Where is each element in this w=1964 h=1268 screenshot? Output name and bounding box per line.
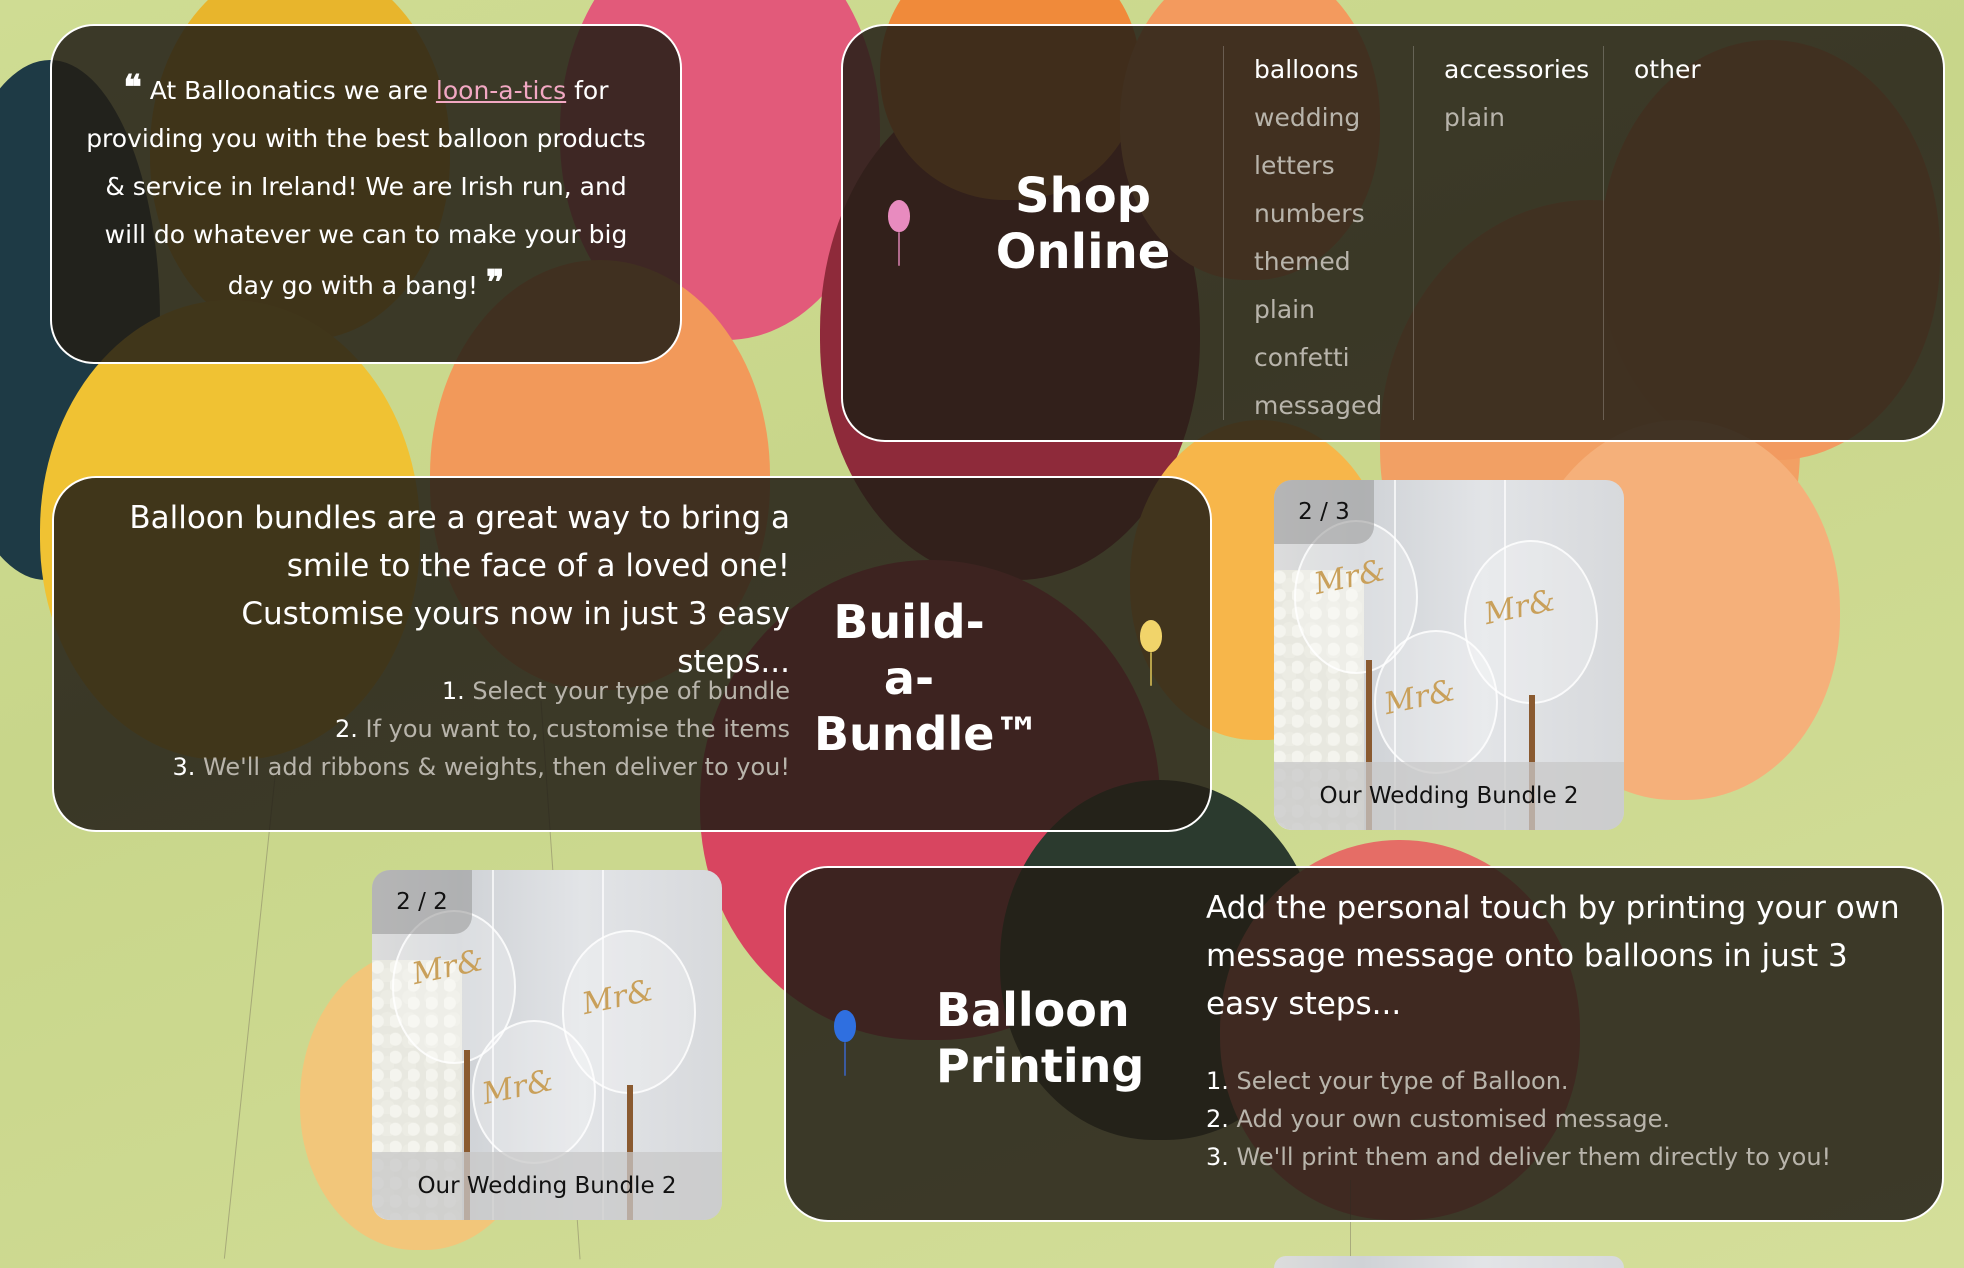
quote-text-after: for providing you with the best balloon … (86, 76, 646, 300)
step-text: Select your type of Balloon. (1236, 1067, 1569, 1095)
next-slide-peek[interactable] (1274, 1256, 1624, 1268)
bundle-step: 3. We'll add ribbons & weights, then del… (124, 748, 790, 786)
shop-title-line1: Shop (1014, 168, 1152, 224)
menu-heading-other[interactable]: other (1634, 46, 1793, 94)
menu-item-themed[interactable]: themed (1254, 238, 1413, 286)
step-number: 1. (1206, 1067, 1229, 1095)
bundle-step: 1. Select your type of bundle (124, 672, 790, 710)
menu-column-accessories: accessories plain (1413, 46, 1603, 420)
loon-a-tics-link[interactable]: loon-a-tics (436, 76, 566, 105)
step-number: 3. (1206, 1143, 1229, 1171)
menu-item-messaged[interactable]: messaged (1254, 382, 1413, 430)
wedding-bundle-slide-1[interactable]: Mr& Mr& Mr& 2 / 3 Our Wedding Bundle 2 (1274, 480, 1624, 830)
step-text: We'll print them and deliver them direct… (1236, 1143, 1832, 1171)
menu-item-numbers[interactable]: numbers (1254, 190, 1413, 238)
menu-item-wedding[interactable]: wedding (1254, 94, 1413, 142)
slide-counter: 2 / 2 (372, 870, 472, 934)
blue-balloon-icon (834, 1010, 856, 1042)
printing-steps-list: 1. Select your type of Balloon. 2. Add y… (1206, 1062, 1906, 1176)
step-number: 3. (172, 753, 196, 781)
menu-item-letters[interactable]: letters (1254, 142, 1413, 190)
balloon-printing-card: Balloon Printing Add the personal touch … (784, 866, 1944, 1222)
bundle-step: 2. If you want to, customise the items (124, 710, 790, 748)
wedding-bundle-slide-2[interactable]: Mr& Mr& Mr& 2 / 2 Our Wedding Bundle 2 (372, 870, 722, 1220)
menu-column-other: other (1603, 46, 1793, 420)
yellow-balloon-string (1150, 652, 1152, 686)
quote-text-before: At Balloonatics we are (149, 76, 428, 105)
menu-item-confetti[interactable]: confetti (1254, 334, 1413, 382)
step-text: If you want to, customise the items (365, 715, 790, 743)
printing-title-line2: Printing (936, 1039, 1145, 1093)
shop-online-card: Shop Online balloons wedding letters num… (841, 24, 1945, 442)
blue-balloon-string (844, 1042, 846, 1076)
about-quote-card: ❝ At Balloonatics we are loon-a-tics for… (50, 24, 682, 364)
printing-title-line1: Balloon (936, 983, 1130, 1037)
printing-step: 1. Select your type of Balloon. (1206, 1062, 1906, 1100)
build-a-bundle-card: Balloon bundles are a great way to bring… (52, 476, 1212, 832)
menu-heading-accessories[interactable]: accessories (1444, 46, 1603, 94)
pink-balloon-string (898, 232, 900, 266)
menu-heading-balloons[interactable]: balloons (1254, 46, 1413, 94)
step-text: Add your own customised message. (1236, 1105, 1671, 1133)
bundle-title-line1: Build-a- (833, 595, 985, 705)
balloon-printing-title[interactable]: Balloon Printing (936, 982, 1145, 1094)
menu-item-plain[interactable]: plain (1254, 286, 1413, 334)
printing-step: 2. Add your own customised message. (1206, 1100, 1906, 1138)
step-text: Select your type of bundle (472, 677, 790, 705)
bundle-steps-list: 1. Select your type of bundle 2. If you … (124, 672, 790, 786)
build-a-bundle-title[interactable]: Build-a- Bundle™ (814, 594, 1041, 762)
menu-column-balloons: balloons wedding letters numbers themed … (1223, 46, 1413, 420)
close-quote-icon: ❞ (485, 263, 505, 303)
step-number: 2. (1206, 1105, 1229, 1133)
printing-intro: Add the personal touch by printing your … (1206, 890, 1900, 1022)
printing-step: 3. We'll print them and deliver them dir… (1206, 1138, 1906, 1176)
pink-balloon-icon (888, 200, 910, 232)
slide-caption: Our Wedding Bundle 2 (372, 1152, 722, 1220)
shop-online-title[interactable]: Shop Online (983, 168, 1183, 280)
shop-title-line2: Online (995, 224, 1171, 280)
slide-counter: 2 / 3 (1274, 480, 1374, 544)
yellow-balloon-icon (1140, 620, 1162, 652)
step-number: 2. (334, 715, 358, 743)
open-quote-icon: ❝ (123, 68, 142, 108)
menu-item-accessories-plain[interactable]: plain (1444, 94, 1603, 142)
bundle-intro: Balloon bundles are a great way to bring… (129, 500, 790, 680)
slide-caption: Our Wedding Bundle 2 (1274, 762, 1624, 830)
bundle-title-line2: Bundle™ (814, 707, 1041, 761)
step-number: 1. (441, 677, 465, 705)
step-text: We'll add ribbons & weights, then delive… (203, 753, 790, 781)
